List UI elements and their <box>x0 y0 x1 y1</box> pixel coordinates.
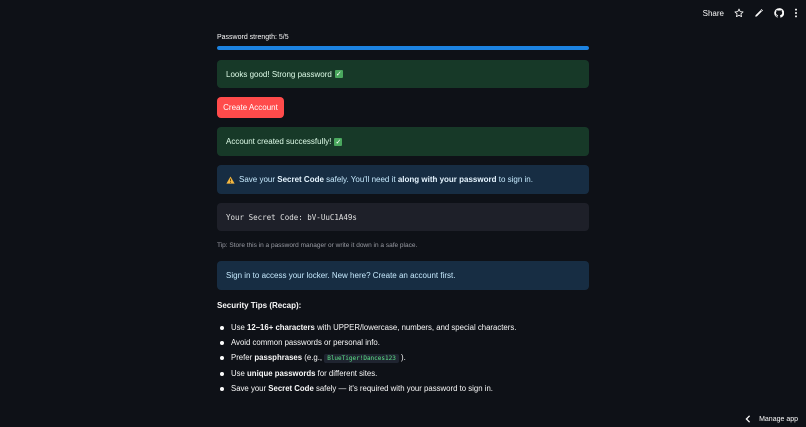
warning-icon <box>226 175 235 184</box>
account-created-text: Account created successfully! <box>226 137 332 146</box>
star-icon[interactable] <box>734 8 744 18</box>
password-strength-label: Password strength: 5/5 <box>217 34 289 41</box>
sign-in-info-alert: Sign in to access your locker. New here?… <box>217 261 589 290</box>
github-icon[interactable] <box>774 8 784 18</box>
security-tips-heading: Security Tips (Recap): <box>217 301 302 310</box>
password-strength-bar <box>217 46 589 50</box>
secret-code-value: bV-UuC1A49s <box>307 212 357 222</box>
pencil-icon[interactable] <box>754 8 764 18</box>
strong-password-alert: Looks good! Strong password ✓ <box>217 60 589 88</box>
list-item: Avoid common passwords or personal info. <box>217 335 597 350</box>
top-toolbar: Share <box>703 6 798 20</box>
strong-password-text: Looks good! Strong password <box>226 69 332 79</box>
secret-code-block: Your Secret Code: bV-UuC1A49s <box>217 203 589 231</box>
example-passphrase-code: BlueTiger!Dances123 <box>324 354 399 364</box>
check-mark-icon: ✓ <box>334 137 343 146</box>
list-item: Use unique passwords for different sites… <box>217 366 597 381</box>
save-secret-text: Save your Secret Code safely. You'll nee… <box>239 175 533 184</box>
manage-app-label: Manage app <box>759 415 798 423</box>
share-button[interactable]: Share <box>703 9 724 18</box>
check-mark-icon: ✓ <box>334 70 343 78</box>
save-secret-warning: Save your Secret Code safely. You'll nee… <box>217 165 589 194</box>
account-created-alert: Account created successfully! ✓ <box>217 127 589 156</box>
sign-in-info-text: Sign in to access your locker. New here?… <box>226 271 456 280</box>
manage-app-button[interactable]: Manage app <box>745 415 798 423</box>
password-strength-fill <box>217 46 589 50</box>
list-item: Save your Secret Code safely — it's requ… <box>217 381 597 396</box>
secret-code-label: Your Secret Code: <box>226 212 308 222</box>
kebab-menu-icon[interactable] <box>794 8 798 18</box>
list-item: Prefer passphrases (e.g., BlueTiger!Danc… <box>217 350 597 365</box>
create-account-button[interactable]: Create Account <box>217 97 284 118</box>
storage-tip: Tip: Store this in a password manager or… <box>217 242 418 249</box>
list-item: Use 12–16+ characters with UPPER/lowerca… <box>217 320 597 335</box>
security-tips-list: Use 12–16+ characters with UPPER/lowerca… <box>217 320 597 396</box>
chevron-left-icon <box>745 415 751 423</box>
